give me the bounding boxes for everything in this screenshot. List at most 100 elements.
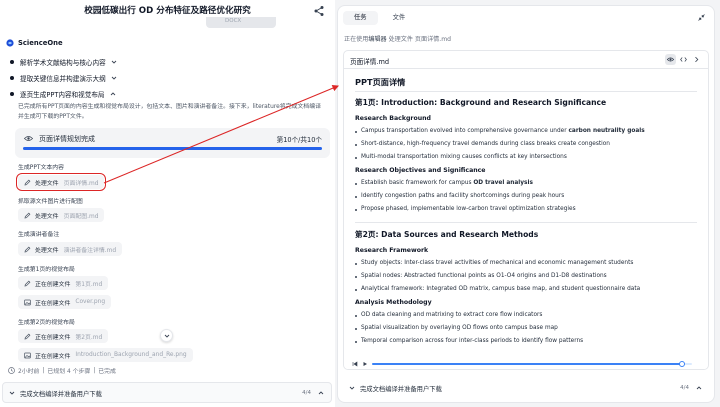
list-item: Establish basic framework for campus OD …: [355, 180, 533, 186]
editor-status: 正在使用编辑器 处理文件 页面详情.md: [344, 34, 451, 43]
page2-heading: 第2页: Data Sources and Research Methods: [355, 230, 539, 239]
eye-icon: [24, 136, 33, 141]
download-docx-button[interactable]: DOCX: [206, 17, 276, 28]
editor-action: 处理文件: [388, 36, 413, 43]
current-step-footer[interactable]: 完成文档编译并准备用户下载 4/4: [2, 382, 332, 403]
step-description: 已完成所有PPT页面的内容生成和视觉布局设计，包括文本、图片和演讲者备注。接下来…: [18, 104, 321, 120]
divider: [355, 91, 697, 92]
section-label: 生成演讲者备注: [18, 232, 60, 238]
editor-prefix: 正在使用: [344, 36, 369, 43]
status-state: 已完成: [98, 369, 116, 375]
file-chip[interactable]: 正在创建文件 Introduction_Background_and_Re.pn…: [18, 348, 193, 362]
code-toggle[interactable]: [678, 54, 689, 65]
page2-subheading: Analysis Methodology: [355, 299, 432, 306]
document-content: PPT页面详情 第1页: Introduction: Background an…: [344, 70, 708, 357]
file-chip[interactable]: 正在创建文件 第1页.md: [18, 276, 109, 290]
chevron-down-icon: [164, 334, 170, 338]
list-item-emphasis: carbon neutrality goals: [568, 128, 645, 134]
brand-name: ScienceOne: [18, 39, 63, 47]
step-item-3[interactable]: 逐页生成PPT内容和视觉布局: [10, 89, 116, 99]
section-label: 生成PPT文本内容: [18, 165, 65, 171]
chip-action: 处理文件: [35, 180, 59, 187]
step-label: 解析学术文献结构与核心内容: [20, 59, 106, 67]
open-button[interactable]: [691, 54, 702, 65]
section-label: 生成第2页的视觉布局: [18, 320, 75, 326]
file-chip[interactable]: 正在创建文件 第2页.md: [18, 329, 109, 343]
tab-tasks[interactable]: 任务: [343, 11, 378, 25]
skip-back-icon[interactable]: [352, 361, 358, 367]
tab-files[interactable]: 文件: [382, 11, 417, 25]
share-icon[interactable]: [313, 5, 325, 17]
doc-title: PPT页面详情: [355, 77, 406, 87]
chip-action: 处理文件: [35, 247, 59, 254]
page1-subheading: Research Objectives and Significance: [355, 167, 486, 174]
collapse-icon[interactable]: [698, 14, 705, 21]
progress-card: 页面详情规划完成 第10个/共10个: [15, 128, 330, 158]
file-chip[interactable]: 处理文件 演讲者备注详情.md: [18, 242, 123, 256]
chip-filename: Cover.png: [75, 299, 106, 305]
status-separator: |: [93, 367, 96, 374]
status-steps: 已规划 4 个步骤: [47, 369, 91, 375]
progress-bar: [23, 147, 322, 150]
play-icon[interactable]: [362, 361, 368, 367]
scroll-down-button[interactable]: [160, 329, 173, 342]
section-label: 生成第1页的视觉布局: [18, 267, 75, 273]
list-item-text: Campus transportation evolved into compr…: [361, 128, 569, 134]
replay-slider-handle[interactable]: [679, 361, 686, 367]
chevron-down-icon: [349, 386, 355, 390]
progress-label: 页面详情规划完成: [39, 135, 95, 143]
chevron-up-icon[interactable]: [696, 385, 702, 391]
replay-slider[interactable]: [372, 361, 692, 367]
progress-bar-fill: [23, 147, 322, 150]
page2-subheading: Research Framework: [355, 247, 429, 254]
pencil-icon: [24, 212, 31, 218]
list-item: OD data cleaning and matrixing to extrac…: [354, 312, 543, 318]
chevron-up-icon[interactable]: [318, 390, 324, 396]
list-item: Campus transportation evolved into compr…: [355, 128, 645, 134]
scienceone-logo-icon: [6, 39, 14, 47]
chevron-up-icon[interactable]: [110, 91, 116, 97]
chip-action: 正在创建文件: [35, 300, 71, 307]
viewer-step-footer[interactable]: 完成文档编译并准备用户下载 4/4: [343, 379, 709, 399]
image-icon: [24, 299, 31, 305]
status-separator: |: [42, 367, 45, 374]
file-chip[interactable]: 正在创建文件 Cover.png: [18, 295, 112, 309]
list-item: Propose phased, implementable low-carbon…: [355, 206, 576, 212]
chip-action: 正在创建文件: [35, 353, 71, 360]
file-chip[interactable]: 处理文件 页面配图.md: [18, 208, 105, 222]
list-item: Spatial nodes: Abstracted functional poi…: [355, 273, 607, 279]
pencil-icon: [24, 333, 31, 339]
list-item: Analytical framework: Integrated OD matr…: [354, 286, 641, 292]
step-item-2[interactable]: 提取关键信息并构建演示大纲: [10, 73, 117, 83]
file-chip[interactable]: 处理文件 页面详情.md: [15, 173, 107, 191]
chevron-down-icon[interactable]: [111, 59, 117, 65]
brand: ScienceOne: [6, 39, 63, 47]
page-title: 校园低碳出行 OD 分布特征及路径优化研究: [84, 6, 251, 16]
replay-player: [344, 357, 708, 369]
chip-filename: 演讲者备注详情.md: [63, 247, 117, 254]
file-viewer-panel: 任务 文件 正在使用编辑器 处理文件 页面详情.md 页面详情.md PPT页面…: [337, 5, 715, 403]
preview-toggle[interactable]: [665, 54, 676, 65]
chevron-down-icon[interactable]: [111, 75, 117, 81]
chip-filename: 页面详情.md: [63, 180, 99, 187]
page1-heading: 第1页: Introduction: Background and Resear…: [355, 98, 607, 107]
list-item: Spatial visualization by overlaying OD f…: [355, 325, 558, 331]
chip-filename: Introduction_Background_and_Re.png: [75, 352, 187, 358]
step-item-1[interactable]: 解析学术文献结构与核心内容: [10, 57, 117, 67]
app-root: 校园低碳出行 OD 分布特征及路径优化研究 DOCX ScienceOne 解析…: [0, 0, 720, 407]
chip-action: 处理文件: [35, 213, 59, 220]
page1-subheading: Research Background: [355, 115, 431, 122]
status-time: 2小时前: [18, 369, 40, 375]
image-icon: [24, 352, 31, 358]
section-label: 抓取源文件图片进行配图: [18, 199, 83, 205]
list-item-emphasis: OD travel analysis: [473, 180, 533, 186]
pencil-icon: [24, 179, 31, 185]
code-icon: [680, 57, 687, 62]
replay-slider-fill: [372, 363, 683, 365]
step-label: 提取关键信息并构建演示大纲: [20, 75, 106, 83]
chip-action: 正在创建文件: [35, 334, 71, 341]
list-item: Study objects: Inter-class travel activi…: [354, 260, 634, 266]
list-item: Identify congestion paths and facility s…: [354, 193, 565, 199]
chip-filename: 第1页.md: [75, 281, 103, 288]
viewer-header: 页面详情.md: [344, 51, 708, 69]
